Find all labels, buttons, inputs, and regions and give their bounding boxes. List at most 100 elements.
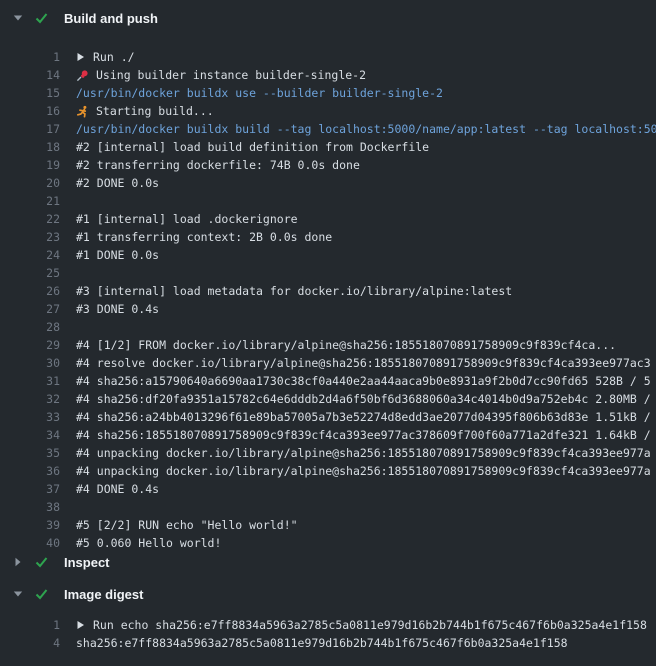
line-number[interactable]: 20	[0, 174, 60, 192]
section-title: Build and push	[64, 11, 158, 26]
log-text-content: #4 DONE 0.4s	[76, 480, 159, 498]
log-text-content: #2 transferring dockerfile: 74B 0.0s don…	[76, 156, 360, 174]
log-line: 36 #4 unpacking docker.io/library/alpine…	[0, 462, 656, 480]
log-line: 40 #5 0.060 Hello world!	[0, 534, 656, 552]
log-text	[76, 498, 656, 516]
section-header-image-digest[interactable]: Image digest	[0, 584, 656, 604]
triangle-right-icon	[13, 557, 23, 567]
log-text-content: Run ./	[93, 48, 135, 66]
log-text-content: #4 resolve docker.io/library/alpine@sha2…	[76, 354, 651, 372]
log-text[interactable]: Run echo sha256:e7ff8834a5963a2785c5a081…	[76, 616, 656, 634]
log-text: Starting build...	[76, 102, 656, 120]
log-line: 37 #4 DONE 0.4s	[0, 480, 656, 498]
line-number[interactable]: 27	[0, 300, 60, 318]
log-text: #4 sha256:185518070891758909c9f839cf4ca3…	[76, 426, 656, 444]
line-number[interactable]: 19	[0, 156, 60, 174]
log-text-content: #4 sha256:df20fa9351a15782c64e6dddb2d4a6…	[76, 390, 651, 408]
line-number[interactable]: 23	[0, 228, 60, 246]
line-number[interactable]: 29	[0, 336, 60, 354]
line-number[interactable]: 32	[0, 390, 60, 408]
log-text: #4 sha256:a24bb4013296f61e89ba57005a7b3e…	[76, 408, 656, 426]
log-text-content: #1 transferring context: 2B 0.0s done	[76, 228, 332, 246]
log-text[interactable]: Run ./	[76, 48, 656, 66]
log-text: /usr/bin/docker buildx use --builder bui…	[76, 84, 656, 102]
line-number[interactable]: 40	[0, 534, 60, 552]
section-header-inspect[interactable]: Inspect	[0, 552, 656, 572]
log-section: Build and push 1 Run ./ 14 Using builder…	[0, 8, 656, 552]
log-text-content: #1 DONE 0.0s	[76, 246, 159, 264]
line-number[interactable]: 17	[0, 120, 60, 138]
log-section: Inspect	[0, 552, 656, 572]
log-text-content: #4 unpacking docker.io/library/alpine@sh…	[76, 444, 651, 462]
log-text: #2 [internal] load build definition from…	[76, 138, 656, 156]
log-line: 18 #2 [internal] load build definition f…	[0, 138, 656, 156]
log-lines: 1 Run ./ 14 Using builder instance build…	[0, 48, 656, 552]
log-text: #2 transferring dockerfile: 74B 0.0s don…	[76, 156, 656, 174]
log-line: 38	[0, 498, 656, 516]
line-number[interactable]: 31	[0, 372, 60, 390]
line-number[interactable]: 33	[0, 408, 60, 426]
log-line: 25	[0, 264, 656, 282]
log-text-content: #2 [internal] load build definition from…	[76, 138, 429, 156]
run-group-line: 1 Run echo sha256:e7ff8834a5963a2785c5a0…	[0, 616, 656, 634]
log-line: 24 #1 DONE 0.0s	[0, 246, 656, 264]
line-number[interactable]: 22	[0, 210, 60, 228]
section-header-build-and-push[interactable]: Build and push	[0, 8, 656, 28]
log-text-content: #5 [2/2] RUN echo "Hello world!"	[76, 516, 298, 534]
log-text: sha256:e7ff8834a5963a2785c5a0811e979d16b…	[76, 634, 656, 652]
chevron-right-icon	[76, 52, 85, 62]
log-text-content: #2 DONE 0.0s	[76, 174, 159, 192]
log-line: 30 #4 resolve docker.io/library/alpine@s…	[0, 354, 656, 372]
log-line: 23 #1 transferring context: 2B 0.0s done	[0, 228, 656, 246]
line-number[interactable]: 35	[0, 444, 60, 462]
log-text: #2 DONE 0.0s	[76, 174, 656, 192]
line-number[interactable]: 30	[0, 354, 60, 372]
section-title: Image digest	[64, 587, 143, 602]
line-number[interactable]: 37	[0, 480, 60, 498]
log-line: 39 #5 [2/2] RUN echo "Hello world!"	[0, 516, 656, 534]
line-number[interactable]: 28	[0, 318, 60, 336]
check-icon	[34, 587, 49, 601]
log-lines: 1 Run echo sha256:e7ff8834a5963a2785c5a0…	[0, 616, 656, 652]
log-text-content: #1 [internal] load .dockerignore	[76, 210, 298, 228]
log-line: 27 #3 DONE 0.4s	[0, 300, 656, 318]
line-number[interactable]: 14	[0, 66, 60, 84]
log-text: /usr/bin/docker buildx build --tag local…	[76, 120, 656, 138]
log-text: #4 unpacking docker.io/library/alpine@sh…	[76, 444, 656, 462]
log-text: #1 transferring context: 2B 0.0s done	[76, 228, 656, 246]
log-line: 16 Starting build...	[0, 102, 656, 120]
line-number[interactable]: 26	[0, 282, 60, 300]
log-line: 17 /usr/bin/docker buildx build --tag lo…	[0, 120, 656, 138]
check-icon	[34, 555, 49, 569]
log-line: 4 sha256:e7ff8834a5963a2785c5a0811e979d1…	[0, 634, 656, 652]
triangle-down-icon	[13, 14, 23, 22]
log-line: 34 #4 sha256:185518070891758909c9f839cf4…	[0, 426, 656, 444]
line-number[interactable]: 25	[0, 264, 60, 282]
line-number[interactable]: 4	[0, 634, 60, 652]
log-text-content: #4 sha256:185518070891758909c9f839cf4ca3…	[76, 426, 651, 444]
line-number[interactable]: 21	[0, 192, 60, 210]
line-number[interactable]: 39	[0, 516, 60, 534]
log-text: #4 [1/2] FROM docker.io/library/alpine@s…	[76, 336, 656, 354]
log-line: 28	[0, 318, 656, 336]
line-number[interactable]: 38	[0, 498, 60, 516]
log-text: #3 [internal] load metadata for docker.i…	[76, 282, 656, 300]
log-text-content: sha256:e7ff8834a5963a2785c5a0811e979d16b…	[76, 634, 568, 652]
line-number[interactable]: 1	[0, 616, 60, 634]
log-text	[76, 192, 656, 210]
line-number[interactable]: 18	[0, 138, 60, 156]
line-number[interactable]: 36	[0, 462, 60, 480]
log-text-content: #4 sha256:a15790640a6690aa1730c38cf0a440…	[76, 372, 651, 390]
log-text-content: #4 [1/2] FROM docker.io/library/alpine@s…	[76, 336, 616, 354]
log-text: #4 DONE 0.4s	[76, 480, 656, 498]
log-line: 29 #4 [1/2] FROM docker.io/library/alpin…	[0, 336, 656, 354]
log-text: #4 unpacking docker.io/library/alpine@sh…	[76, 462, 656, 480]
line-number[interactable]: 24	[0, 246, 60, 264]
line-number[interactable]: 15	[0, 84, 60, 102]
line-number[interactable]: 1	[0, 48, 60, 66]
line-number[interactable]: 16	[0, 102, 60, 120]
line-number[interactable]: 34	[0, 426, 60, 444]
log-line: 20 #2 DONE 0.0s	[0, 174, 656, 192]
check-icon	[34, 11, 49, 25]
log-line: 21	[0, 192, 656, 210]
